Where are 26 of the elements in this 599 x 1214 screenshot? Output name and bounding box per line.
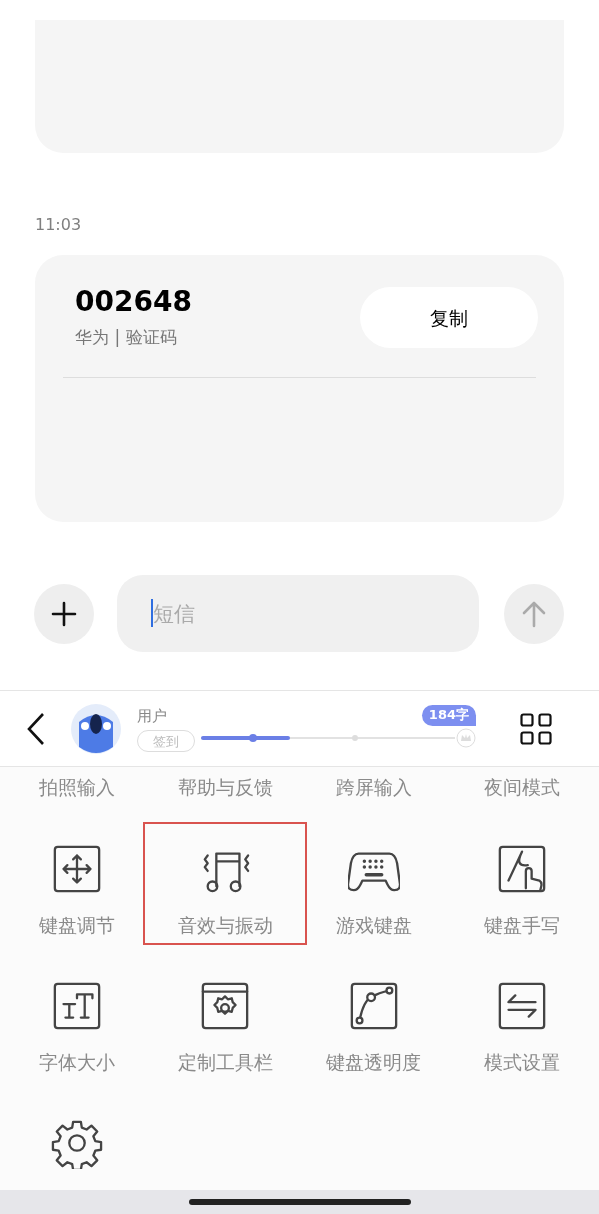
avatar (71, 703, 121, 754)
message-input[interactable]: 短信 (117, 575, 479, 652)
tool-label[interactable]: 拍照输入 (33, 771, 122, 804)
tool-label: 键盘调节 (39, 913, 116, 938)
arrow-up-icon (521, 599, 547, 628)
copy-button[interactable]: 复制 (360, 287, 538, 349)
highlighted-tool[interactable]: 音效与振动 (143, 822, 308, 945)
message-time: 11:03 (35, 214, 83, 235)
plus-icon (51, 600, 77, 627)
tool-label[interactable]: 夜间模式 (477, 771, 566, 804)
word-count-badge: 184字 (421, 704, 476, 726)
tool-label: 键盘手写 (483, 913, 560, 938)
tool-label: 游戏键盘 (335, 913, 412, 938)
tool-label: 定制工具栏 (177, 1050, 273, 1075)
tool-label: 模式设置 (483, 1050, 560, 1075)
tool-label[interactable]: 跨屏输入 (329, 771, 418, 804)
sender-label: 华为 | 验证码 (75, 326, 178, 349)
tool-label[interactable]: 帮助与反馈 (171, 771, 279, 804)
tool-label: 音效与振动 (177, 913, 273, 938)
verification-code: 002648 (75, 285, 192, 319)
back-icon[interactable] (26, 711, 46, 746)
user-name: 用户 (137, 705, 168, 727)
grid-icon[interactable] (520, 712, 552, 745)
tool-label: 键盘透明度 (326, 1050, 422, 1075)
tool-label: 字体大小 (39, 1050, 116, 1075)
text-cursor (151, 599, 153, 627)
